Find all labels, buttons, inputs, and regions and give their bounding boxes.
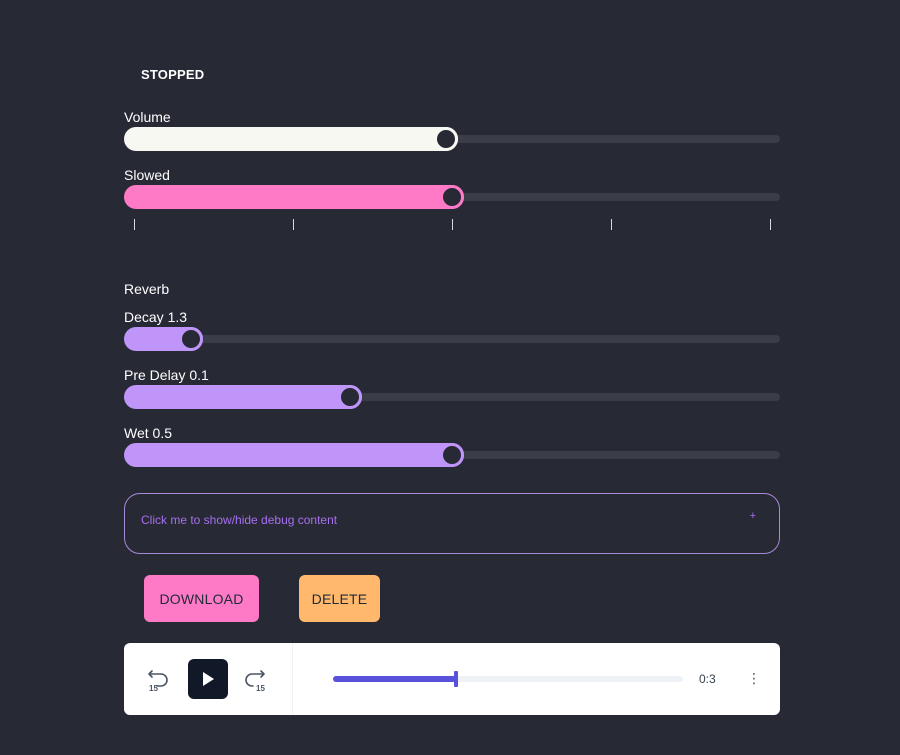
volume-slider[interactable] bbox=[124, 127, 780, 151]
forward-seconds: 15 bbox=[256, 684, 265, 693]
wet-label: Wet 0.5 bbox=[124, 425, 172, 441]
slowed-tick bbox=[452, 219, 453, 230]
forward-15-icon[interactable]: 15 bbox=[243, 667, 269, 693]
pre-delay-thumb[interactable] bbox=[338, 385, 363, 409]
decay-track[interactable] bbox=[124, 335, 780, 343]
seek-bar[interactable] bbox=[333, 671, 683, 687]
download-button[interactable]: DOWNLOAD bbox=[144, 575, 259, 622]
rewind-seconds: 15 bbox=[149, 684, 158, 693]
slowed-tick bbox=[611, 219, 612, 230]
plus-icon: + bbox=[749, 510, 756, 522]
volume-label: Volume bbox=[124, 109, 171, 125]
debug-toggle[interactable]: Click me to show/hide debug content + bbox=[124, 493, 780, 554]
more-vertical-icon[interactable]: ⋮ bbox=[747, 671, 761, 685]
play-button[interactable] bbox=[188, 659, 228, 699]
slowed-tick bbox=[770, 219, 771, 230]
status-text: STOPPED bbox=[141, 67, 205, 82]
slowed-tick bbox=[134, 219, 135, 230]
volume-thumb[interactable] bbox=[433, 127, 458, 151]
wet-fill bbox=[124, 443, 464, 467]
audio-player: 15 15 0:3 ⋮ bbox=[124, 643, 780, 715]
decay-slider[interactable] bbox=[124, 327, 780, 351]
time-display: 0:3 bbox=[699, 672, 716, 686]
slowed-ticks bbox=[124, 219, 780, 231]
slowed-thumb[interactable] bbox=[440, 185, 464, 209]
pre-delay-slider[interactable] bbox=[124, 385, 780, 409]
player-controls: 15 15 bbox=[124, 643, 293, 715]
wet-slider[interactable] bbox=[124, 443, 780, 467]
slowed-label: Slowed bbox=[124, 167, 170, 183]
decay-label: Decay 1.3 bbox=[124, 309, 188, 325]
volume-fill bbox=[124, 127, 458, 151]
seek-fill bbox=[333, 676, 456, 682]
rewind-15-icon[interactable]: 15 bbox=[146, 667, 172, 693]
seek-thumb[interactable] bbox=[453, 671, 458, 687]
reverb-heading: Reverb bbox=[124, 281, 170, 297]
play-icon bbox=[203, 672, 214, 686]
slowed-fill bbox=[124, 185, 464, 209]
delete-button[interactable]: DELETE bbox=[299, 575, 380, 622]
slowed-slider[interactable] bbox=[124, 185, 780, 209]
wet-thumb[interactable] bbox=[440, 443, 464, 467]
debug-toggle-label: Click me to show/hide debug content bbox=[141, 513, 338, 527]
pre-delay-fill bbox=[124, 385, 363, 409]
decay-thumb[interactable] bbox=[179, 327, 204, 351]
pre-delay-label: Pre Delay 0.1 bbox=[124, 367, 209, 383]
slowed-tick bbox=[293, 219, 294, 230]
